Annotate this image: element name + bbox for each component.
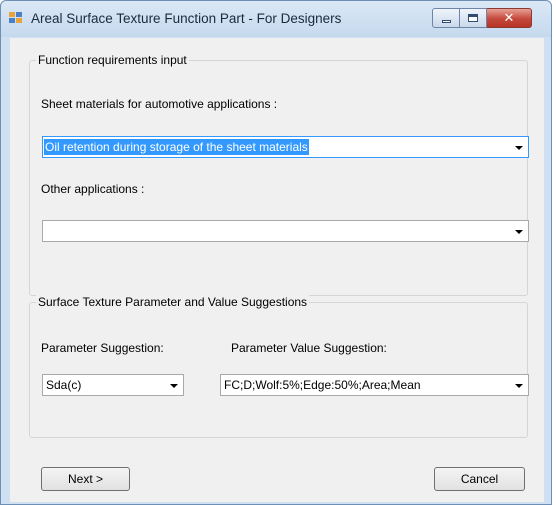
parameter-suggestion-label: Parameter Suggestion:	[41, 341, 164, 355]
app-window: Areal Surface Texture Function Part - Fo…	[0, 0, 552, 505]
chevron-down-icon[interactable]	[515, 384, 523, 388]
minimize-icon	[441, 19, 451, 23]
chevron-down-icon[interactable]	[515, 230, 523, 234]
sheet-materials-value: Oil retention during storage of the shee…	[44, 139, 309, 155]
cancel-button[interactable]: Cancel	[434, 467, 525, 491]
suggestions-group: Surface Texture Parameter and Value Sugg…	[29, 295, 529, 438]
app-window-icon	[9, 12, 25, 26]
chevron-down-icon[interactable]	[170, 384, 178, 388]
next-button[interactable]: Next >	[41, 467, 130, 491]
title-bar[interactable]: Areal Surface Texture Function Part - Fo…	[1, 1, 551, 37]
sheet-materials-label: Sheet materials for automotive applicati…	[41, 97, 278, 111]
suggestions-legend: Surface Texture Parameter and Value Sugg…	[36, 295, 310, 309]
parameter-suggestion-value: Sda(c)	[46, 378, 82, 392]
function-requirements-legend: Function requirements input	[36, 53, 189, 67]
chevron-down-icon[interactable]	[515, 146, 523, 150]
parameter-suggestion-dropdown[interactable]: Sda(c)	[42, 374, 184, 396]
window-title: Areal Surface Texture Function Part - Fo…	[31, 11, 342, 26]
minimize-button[interactable]	[432, 8, 460, 28]
parameter-value-suggestion-dropdown[interactable]: FC;D;Wolf:5%;Edge:50%;Area;Mean	[220, 374, 529, 396]
sheet-materials-dropdown[interactable]: Oil retention during storage of the shee…	[42, 136, 529, 158]
close-button[interactable]: ✕	[487, 8, 532, 28]
other-applications-dropdown[interactable]	[42, 220, 529, 242]
function-requirements-group: Function requirements input Sheet materi…	[29, 53, 529, 296]
maximize-button[interactable]	[460, 8, 487, 28]
dialog-client-area: Function requirements input Sheet materi…	[10, 38, 544, 502]
parameter-value-suggestion-value: FC;D;Wolf:5%;Edge:50%;Area;Mean	[224, 378, 421, 392]
close-icon: ✕	[503, 10, 515, 26]
maximize-icon	[468, 14, 478, 22]
parameter-value-suggestion-label: Parameter Value Suggestion:	[231, 341, 387, 355]
other-applications-label: Other applications :	[41, 182, 145, 196]
